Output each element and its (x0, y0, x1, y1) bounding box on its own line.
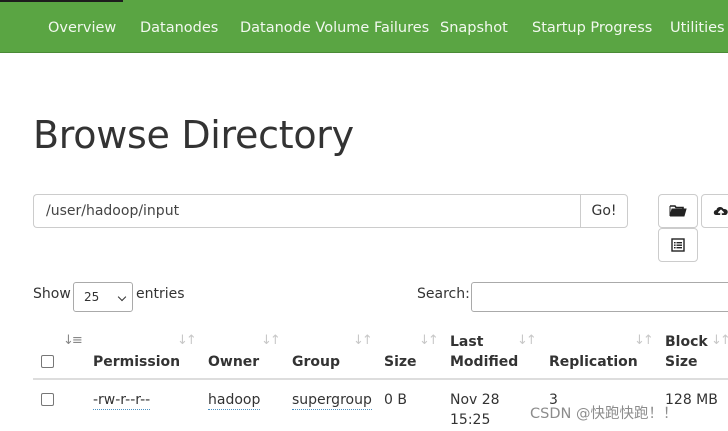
sort-icon[interactable]: ↓↑ (177, 333, 197, 348)
row-select-checkbox[interactable] (41, 393, 54, 406)
sort-icon[interactable]: ↓↑ (353, 333, 373, 348)
nav-datanodes[interactable]: Datanodes (140, 0, 218, 53)
sort-desc-icon[interactable]: ↓≡ (63, 333, 83, 348)
show-label: Show (33, 286, 71, 302)
sort-icon[interactable]: ↓↑ (711, 333, 728, 348)
directory-path-input[interactable]: /user/hadoop/input (33, 194, 581, 228)
cloud-upload-icon (713, 207, 728, 217)
table-header-divider (33, 378, 728, 380)
nav-overview[interactable]: Overview (48, 0, 116, 53)
nav-snapshot[interactable]: Snapshot (440, 0, 508, 53)
sort-icon[interactable]: ↓↑ (517, 333, 537, 348)
search-label: Search: (417, 286, 470, 302)
column-header-block-size-line2[interactable]: Size (665, 352, 698, 372)
column-header-last-modified-line2[interactable]: Modified (450, 352, 518, 372)
top-navbar: Overview Datanodes Datanode Volume Failu… (0, 0, 728, 53)
search-input[interactable] (471, 282, 728, 312)
page-size-select[interactable]: 25 (73, 282, 133, 312)
table-cell-group[interactable]: supergroup (292, 390, 372, 410)
column-header-last-modified-line1[interactable]: Last (450, 332, 483, 352)
sort-icon[interactable]: ↓↑ (634, 333, 654, 348)
list-alt-icon (671, 238, 685, 252)
nav-startup-progress[interactable]: Startup Progress (532, 0, 652, 53)
cut-paste-button[interactable] (658, 228, 698, 262)
sort-icon[interactable]: ↓↑ (261, 333, 281, 348)
nav-datanode-volume-failures[interactable]: Datanode Volume Failures (240, 0, 429, 53)
table-cell-permission[interactable]: -rw-r--r-- (93, 390, 151, 410)
table-cell-modified-time: 15:25 (450, 412, 491, 428)
column-header-group[interactable]: Group (292, 352, 340, 372)
select-all-checkbox[interactable] (41, 355, 54, 368)
column-header-size[interactable]: Size (384, 352, 417, 372)
owner-link[interactable]: hadoop (208, 392, 261, 410)
nav-utilities-label: Utilities (670, 20, 725, 36)
column-header-replication[interactable]: Replication (549, 352, 638, 372)
folder-open-icon (669, 205, 687, 217)
nav-utilities-dropdown[interactable]: Utilities (670, 0, 728, 53)
create-directory-button[interactable] (658, 194, 698, 228)
go-button[interactable]: Go! (580, 194, 628, 228)
table-cell-owner[interactable]: hadoop (208, 390, 261, 410)
upload-files-button[interactable] (701, 194, 728, 228)
column-header-block-size-line1[interactable]: Block (665, 332, 708, 352)
table-cell-modified-date: Nov 28 (450, 392, 500, 408)
column-header-owner[interactable]: Owner (208, 352, 259, 372)
group-link[interactable]: supergroup (292, 392, 372, 410)
page-size-value: 25 (84, 290, 100, 304)
column-header-permission[interactable]: Permission (93, 352, 180, 372)
csdn-watermark: CSDN @快跑快跑！！ (530, 406, 678, 422)
entries-label: entries (136, 286, 185, 302)
permission-link[interactable]: -rw-r--r-- (93, 392, 151, 410)
chevron-down-icon (117, 292, 127, 302)
sort-icon[interactable]: ↓↑ (419, 333, 439, 348)
table-cell-size: 0 B (384, 392, 407, 408)
page-title: Browse Directory (33, 113, 354, 157)
